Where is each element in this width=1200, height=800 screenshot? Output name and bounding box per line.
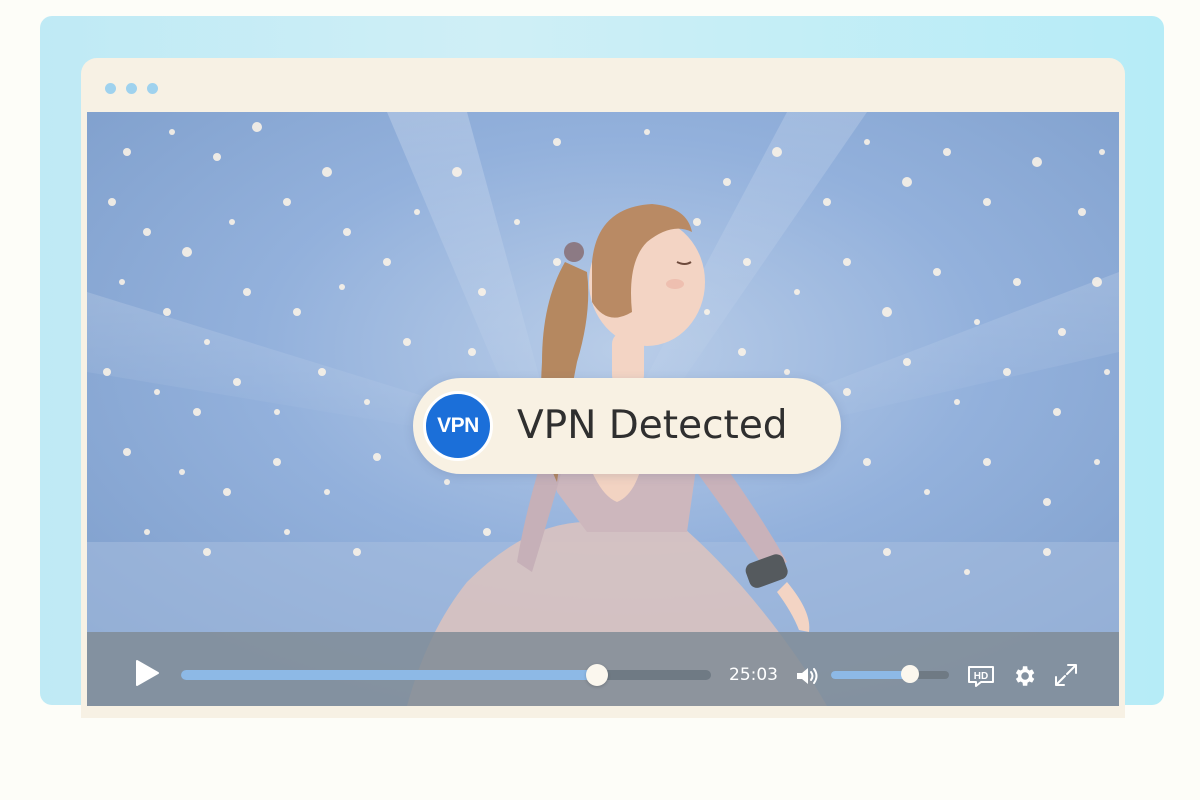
window-titlebar: [81, 58, 1125, 112]
volume-slider[interactable]: [831, 665, 949, 683]
fullscreen-icon[interactable]: [1053, 662, 1079, 688]
window-dot-1[interactable]: [105, 83, 116, 94]
window-dot-3[interactable]: [147, 83, 158, 94]
gear-icon[interactable]: [1011, 663, 1037, 689]
vpn-icon: VPN: [423, 391, 493, 461]
hd-icon[interactable]: HD: [967, 664, 995, 688]
seek-bar-played: [181, 670, 598, 680]
volume-level: [831, 671, 911, 679]
vpn-detected-banner: VPN VPN Detected: [413, 378, 841, 474]
seek-bar-handle[interactable]: [586, 664, 609, 686]
volume-slider-handle[interactable]: [901, 665, 920, 683]
video-player[interactable]: VPN VPN Detected 25:03 HD: [87, 112, 1119, 706]
seek-bar[interactable]: [181, 664, 711, 686]
volume-icon[interactable]: [795, 664, 821, 688]
browser-window: VPN VPN Detected 25:03 HD: [81, 58, 1125, 718]
vpn-detected-message: VPN Detected: [517, 403, 788, 448]
svg-text:HD: HD: [974, 671, 988, 682]
current-time: 25:03: [729, 665, 778, 685]
window-bottom-edge: [81, 706, 1125, 718]
play-icon[interactable]: [133, 658, 161, 688]
player-controls-bar: 25:03 HD: [87, 632, 1119, 706]
window-dot-2[interactable]: [126, 83, 137, 94]
